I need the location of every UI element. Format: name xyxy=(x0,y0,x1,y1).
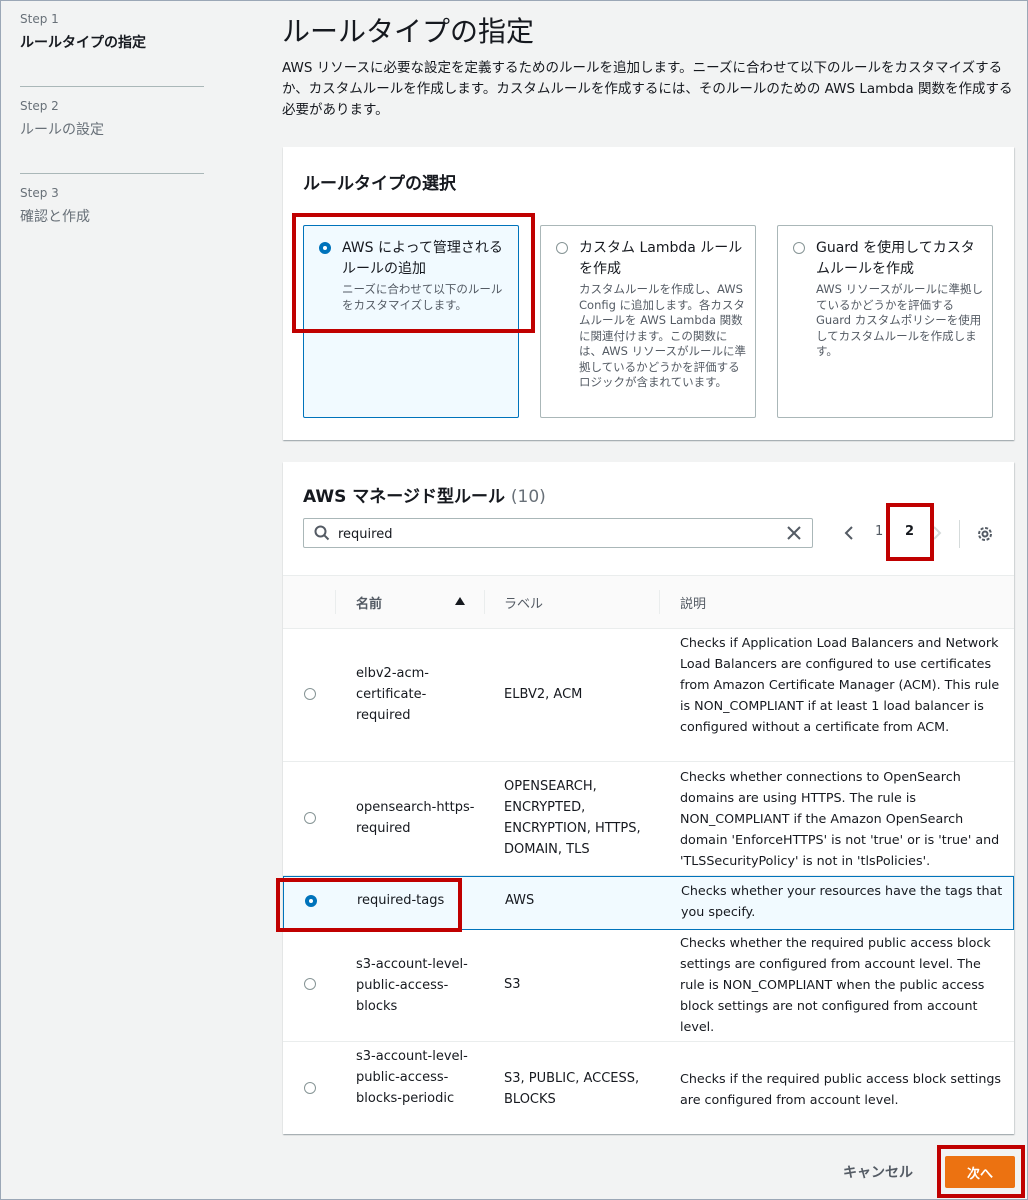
rule-labels: S3, PUBLIC, ACCESS, BLOCKS xyxy=(504,1071,640,1107)
rule-name: s3-account-level-public-access-blocks xyxy=(356,957,468,1014)
step-number: Step 2 xyxy=(20,99,59,113)
rule-labels: ELBV2, ACM xyxy=(504,687,583,702)
column-divider xyxy=(484,590,485,614)
tile-description: ニーズに合わせて以下のルールをカスタマイズします。 xyxy=(342,282,503,312)
rule-labels: S3 xyxy=(504,977,521,992)
rule-description: Checks whether the required public acces… xyxy=(680,935,991,1034)
rule-description: Checks whether your resources have the t… xyxy=(681,883,1003,919)
radio-button-checked[interactable] xyxy=(305,895,317,907)
rule-type-panel: ルールタイプの選択 AWS によって管理されるルールの追加 ニーズに合わせて以下… xyxy=(283,147,1014,440)
wizard-steps: Step 1 ルールタイプの指定 Step 2 ルールの設定 Step 3 確認… xyxy=(20,12,204,260)
rule-labels: AWS xyxy=(505,893,535,908)
search-icon xyxy=(314,525,330,541)
step-title: ルールタイプの指定 xyxy=(20,35,146,51)
column-label[interactable]: ラベル xyxy=(504,593,543,612)
step-number: Step 3 xyxy=(20,186,59,200)
step-2: Step 2 ルールの設定 xyxy=(20,86,204,161)
table-row[interactable]: s3-account-level-public-access-blocks S3… xyxy=(283,930,1014,1042)
table-row[interactable]: elbv2-acm-certificate-required ELBV2, AC… xyxy=(283,628,1014,762)
rule-name: elbv2-acm-certificate-required xyxy=(356,666,429,723)
rule-type-heading: ルールタイプの選択 xyxy=(303,174,456,194)
tile-title: Guard を使用してカスタムルールを作成 xyxy=(816,240,975,277)
cancel-button[interactable]: キャンセル xyxy=(843,1162,913,1182)
step-title: 確認と作成 xyxy=(20,209,90,225)
divider xyxy=(959,520,960,548)
column-description[interactable]: 説明 xyxy=(680,593,706,612)
tile-description: カスタムルールを作成し、AWS Config に追加します。各カスタムルールを … xyxy=(579,282,746,389)
table-row[interactable]: opensearch-https-required OPENSEARCH, EN… xyxy=(283,762,1014,876)
managed-rules-heading: AWS マネージド型ルール (10) xyxy=(303,482,546,507)
radio-button[interactable] xyxy=(304,688,316,700)
column-divider xyxy=(659,590,660,614)
chevron-right-icon[interactable] xyxy=(931,526,943,540)
radio-button[interactable] xyxy=(556,242,568,254)
tile-custom-lambda-rule[interactable]: カスタム Lambda ルールを作成 カスタムルールを作成し、AWS Confi… xyxy=(540,225,756,418)
step-title: ルールの設定 xyxy=(20,122,104,138)
page-title: ルールタイプの指定 xyxy=(282,15,535,48)
sort-ascending-icon[interactable] xyxy=(455,597,465,605)
step-3: Step 3 確認と作成 xyxy=(20,173,204,248)
tile-guard-custom-rule[interactable]: Guard を使用してカスタムルールを作成 AWS リソースがルールに準拠してい… xyxy=(777,225,993,418)
rule-labels: OPENSEARCH, ENCRYPTED, ENCRYPTION, HTTPS… xyxy=(504,779,641,857)
managed-rules-title: AWS マネージド型ルール xyxy=(303,487,505,507)
column-divider xyxy=(335,590,336,614)
radio-button[interactable] xyxy=(793,242,805,254)
step-number: Step 1 xyxy=(20,12,59,26)
rule-count: (10) xyxy=(510,487,546,507)
radio-button-checked[interactable] xyxy=(319,242,331,254)
page-description: AWS リソースに必要な設定を定義するためのルールを追加します。ニーズに合わせて… xyxy=(282,60,1013,118)
rule-name: s3-account-level-public-access-blocks-pe… xyxy=(356,1049,468,1106)
table-row[interactable]: s3-account-level-public-access-blocks-pe… xyxy=(283,1042,1014,1134)
radio-button[interactable] xyxy=(304,812,316,824)
page-1-button[interactable]: 1 xyxy=(875,524,883,539)
chevron-left-icon[interactable] xyxy=(843,526,855,540)
rule-description: Checks if Application Load Balancers and… xyxy=(680,635,1000,734)
radio-button[interactable] xyxy=(304,978,316,990)
table-row-selected[interactable]: required-tags AWS Checks whether your re… xyxy=(283,876,1014,930)
rule-description: Checks whether connections to OpenSearch… xyxy=(680,769,1000,868)
page-2-button[interactable]: 2 xyxy=(905,524,914,539)
step-1[interactable]: Step 1 ルールタイプの指定 xyxy=(20,12,204,74)
search-input[interactable] xyxy=(336,523,770,545)
next-button[interactable]: 次へ xyxy=(945,1156,1015,1188)
tile-title: AWS によって管理されるルールの追加 xyxy=(342,240,503,277)
close-icon[interactable] xyxy=(786,525,802,541)
rule-name: required-tags xyxy=(357,893,445,908)
column-name[interactable]: 名前 xyxy=(356,593,382,612)
gear-icon[interactable] xyxy=(976,525,994,543)
table-header: 名前 ラベル 説明 xyxy=(283,575,1014,629)
tile-title: カスタム Lambda ルールを作成 xyxy=(579,240,743,277)
tile-aws-managed-rule[interactable]: AWS によって管理されるルールの追加 ニーズに合わせて以下のルールをカスタマイ… xyxy=(303,225,519,418)
tile-description: AWS リソースがルールに準拠しているかどうかを評価する Guard カスタムポ… xyxy=(816,282,983,358)
managed-rules-panel: AWS マネージド型ルール (10) 1 2 名前 xyxy=(283,462,1014,1134)
search-box[interactable] xyxy=(303,518,813,548)
rule-name: opensearch-https-required xyxy=(356,800,475,836)
rule-description: Checks if the required public access blo… xyxy=(680,1071,1002,1107)
radio-button[interactable] xyxy=(304,1082,316,1094)
